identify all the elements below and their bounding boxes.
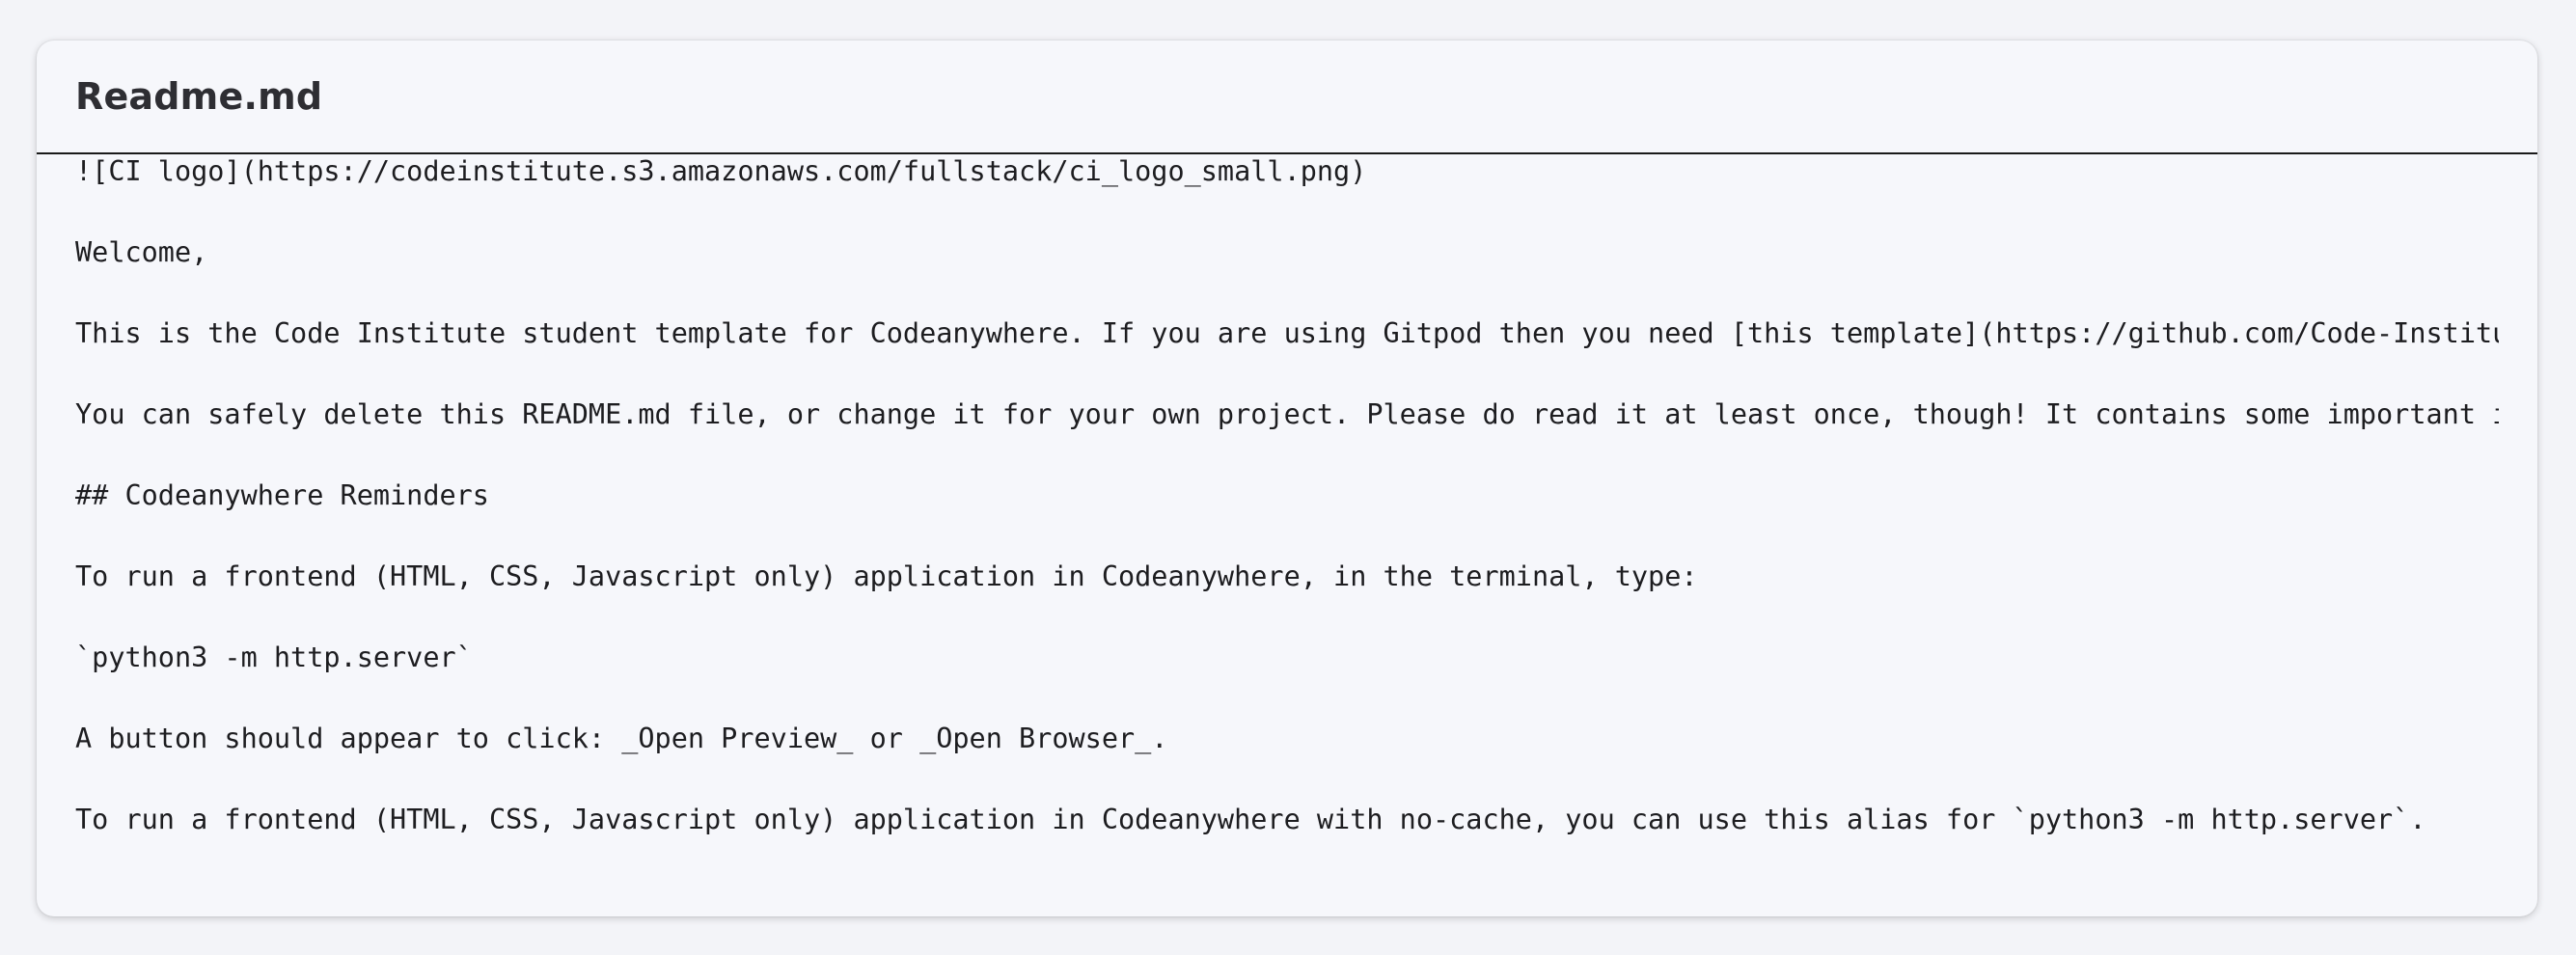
readme-line-logo: ![CI logo](https://codeinstitute.s3.amaz… xyxy=(75,155,1367,187)
readme-line-run-frontend: To run a frontend (HTML, CSS, Javascript… xyxy=(75,560,1698,592)
card-header: Readme.md xyxy=(37,41,2537,154)
readme-line-heading: ## Codeanywhere Reminders xyxy=(75,479,489,511)
readme-line-welcome: Welcome, xyxy=(75,236,208,268)
readme-line-no-cache: To run a frontend (HTML, CSS, Javascript… xyxy=(75,804,2426,835)
readme-line-button-note: A button should appear to click: _Open P… xyxy=(75,723,1168,754)
readme-line-command: `python3 -m http.server` xyxy=(75,641,473,673)
readme-line-intro: This is the Code Institute student templ… xyxy=(75,317,2499,349)
readme-line-delete-note: You can safely delete this README.md fil… xyxy=(75,398,2499,430)
readme-content: ![CI logo](https://codeinstitute.s3.amaz… xyxy=(75,154,2499,916)
readme-card: Readme.md ![CI logo](https://codeinstitu… xyxy=(37,41,2537,916)
file-title: Readme.md xyxy=(75,75,323,118)
